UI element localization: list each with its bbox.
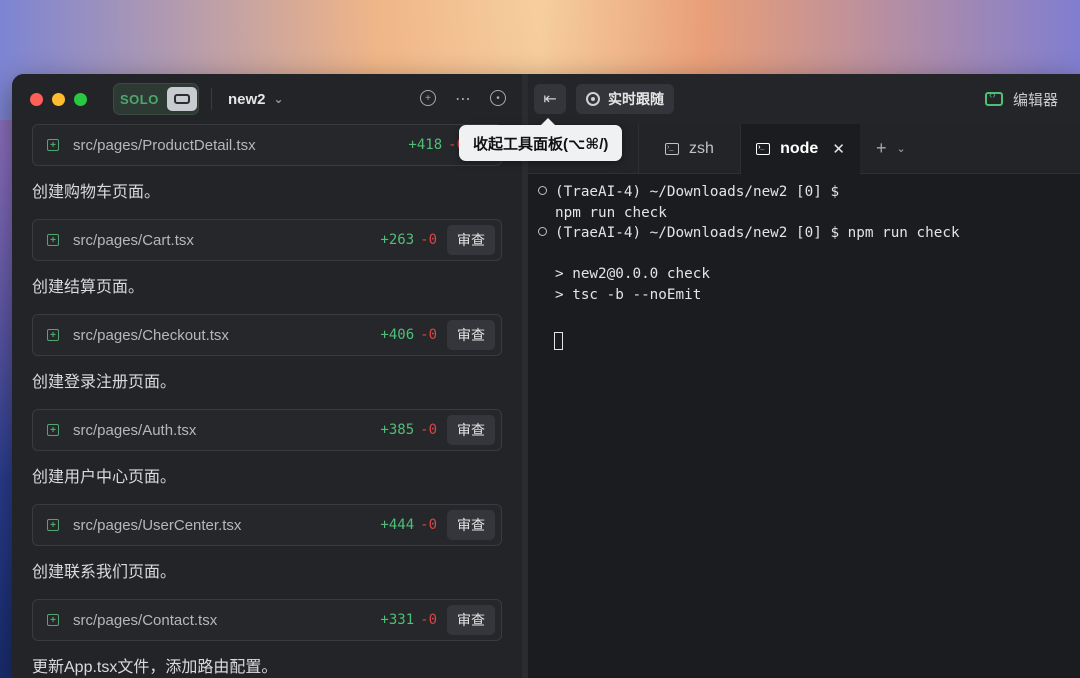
lines-added: +418: [408, 137, 443, 153]
lines-added: +263: [380, 232, 415, 248]
file-path: src/pages/Auth.tsx: [73, 421, 197, 439]
file-change-card[interactable]: + src/pages/Auth.tsx +385 -0 审查: [32, 409, 502, 451]
step-description: 创建用户中心页面。: [32, 469, 177, 486]
collapse-left-icon: ⇤: [543, 91, 557, 108]
file-path: src/pages/Checkout.tsx: [73, 326, 229, 344]
lines-added: +331: [380, 612, 415, 628]
file-path: src/pages/Cart.tsx: [73, 231, 194, 249]
tab-label: zsh: [689, 140, 714, 157]
file-change-card[interactable]: + src/pages/Cart.tsx +263 -0 审查: [32, 219, 502, 261]
minimize-window-button[interactable]: [52, 92, 65, 106]
chevron-down-icon[interactable]: ⌄: [897, 142, 906, 155]
terminal-icon: ›_: [756, 143, 771, 155]
project-name: new2: [228, 90, 266, 108]
solo-label: SOLO: [120, 91, 159, 107]
file-added-icon: +: [47, 329, 59, 341]
step-description: 创建结算页面。: [32, 279, 145, 296]
terminal-line: > tsc -b --noEmit: [555, 286, 702, 303]
step-description: 创建联系我们页面。: [32, 564, 177, 581]
account-icon[interactable]: •: [490, 90, 506, 106]
solo-mode-toggle[interactable]: SOLO: [113, 83, 199, 115]
title-bar: SOLO new2 ⌄ + ⋯ •: [12, 74, 522, 124]
review-button[interactable]: 审查: [447, 605, 495, 635]
close-window-button[interactable]: [30, 92, 43, 106]
terminal-cursor-line: [538, 326, 1068, 356]
terminal-line: > new2@0.0.0 check: [555, 266, 710, 282]
close-tab-icon[interactable]: ✕: [832, 140, 845, 158]
terminal-line: npm run check: [555, 204, 667, 221]
lines-removed: -0: [420, 327, 437, 343]
review-button[interactable]: 审查: [447, 510, 495, 540]
more-icon[interactable]: ⋯: [454, 90, 472, 108]
tab-zsh[interactable]: ›_ zsh: [638, 124, 740, 174]
collapse-panel-tooltip: 收起工具面板(⌥⌘/): [459, 118, 623, 161]
code-editor-icon: [984, 90, 1003, 106]
step-description: 创建登录注册页面。: [32, 374, 177, 391]
tool-panel: ⇤ 实时跟随 编辑器 ›_ zsh ›_ node ✕ +: [528, 74, 1080, 678]
terminal-line: (TraeAI-4) ~/Downloads/new2 [0] $: [538, 182, 1068, 203]
lines-added: +385: [380, 422, 415, 438]
window-controls: [30, 92, 87, 106]
lines-removed: -0: [420, 232, 437, 248]
file-change-card[interactable]: + src/pages/Checkout.tsx +406 -0 审查: [32, 314, 502, 356]
collapse-panel-button[interactable]: ⇤: [534, 84, 566, 114]
plus-icon: +: [876, 138, 887, 158]
tab-node[interactable]: ›_ node ✕: [740, 124, 860, 174]
file-path: src/pages/UserCenter.tsx: [73, 516, 242, 534]
lines-added: +406: [380, 327, 415, 343]
live-follow-label: 实时跟随: [608, 91, 664, 107]
lines-removed: -0: [420, 517, 437, 533]
terminal-icon: ›_: [665, 143, 680, 155]
crosshair-icon: [586, 92, 600, 106]
terminal-output[interactable]: (TraeAI-4) ~/Downloads/new2 [0] $ npm ru…: [538, 182, 1068, 356]
file-added-icon: +: [47, 424, 59, 436]
terminal-cursor: [554, 331, 563, 350]
tab-label: node: [780, 140, 819, 157]
live-follow-button[interactable]: 实时跟随: [576, 84, 674, 114]
tool-panel-header: ⇤ 实时跟随 编辑器: [528, 74, 1080, 124]
review-button[interactable]: 审查: [447, 320, 495, 350]
project-selector[interactable]: new2 ⌄: [228, 91, 284, 108]
editor-label: 编辑器: [1012, 91, 1058, 109]
file-added-icon: +: [47, 234, 59, 246]
file-added-icon: +: [47, 614, 59, 626]
review-button[interactable]: 审查: [447, 225, 495, 255]
new-chat-icon[interactable]: +: [420, 90, 436, 106]
chevron-down-icon: ⌄: [273, 92, 284, 106]
step-description: 更新App.tsx文件，添加路由配置。: [32, 659, 278, 676]
prompt-status-icon: [538, 186, 547, 195]
lines-removed: -0: [420, 422, 437, 438]
editor-button[interactable]: 编辑器: [984, 89, 1058, 110]
maximize-window-button[interactable]: [74, 92, 87, 106]
file-path: src/pages/ProductDetail.tsx: [73, 136, 256, 154]
add-terminal-button[interactable]: + ⌄: [876, 124, 906, 173]
file-change-card[interactable]: + src/pages/Contact.tsx +331 -0 审查: [32, 599, 502, 641]
change-feed: + src/pages/ProductDetail.tsx +418 -0 创建购物车页…: [32, 124, 502, 678]
file-path: src/pages/Contact.tsx: [73, 611, 218, 629]
lines-removed: -0: [420, 612, 437, 628]
review-button[interactable]: 审查: [447, 415, 495, 445]
step-description: 创建购物车页面。: [32, 184, 161, 201]
file-change-card[interactable]: + src/pages/UserCenter.tsx +444 -0 审查: [32, 504, 502, 546]
title-divider: [211, 88, 212, 110]
terminal-line: (TraeAI-4) ~/Downloads/new2 [0] $ npm ru…: [538, 223, 1068, 244]
lines-added: +444: [380, 517, 415, 533]
solo-switch-icon: [166, 87, 197, 111]
file-change-card[interactable]: + src/pages/ProductDetail.tsx +418 -0: [32, 124, 502, 166]
file-added-icon: +: [47, 519, 59, 531]
prompt-status-icon: [538, 227, 547, 236]
title-actions: + ⋯ •: [420, 90, 506, 108]
app-window: SOLO new2 ⌄ + ⋯ • + src/pages/ProductDeta…: [12, 74, 1080, 678]
chat-panel: SOLO new2 ⌄ + ⋯ • + src/pages/ProductDeta…: [12, 74, 522, 678]
file-added-icon: +: [47, 139, 59, 151]
